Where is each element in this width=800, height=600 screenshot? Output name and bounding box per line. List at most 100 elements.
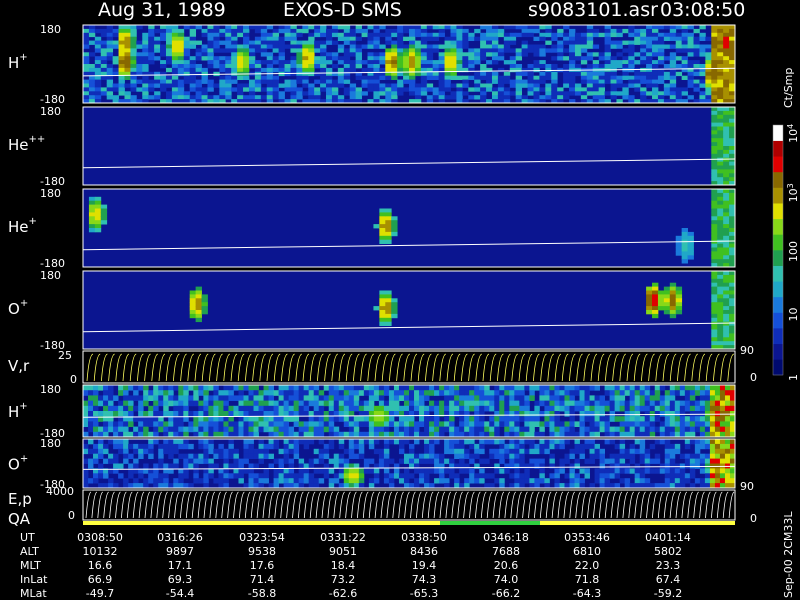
heatmap-cell [403, 44, 410, 49]
table-cell: 17.1 [168, 559, 193, 572]
heatmap-cell [663, 91, 671, 96]
heatmap-cell [509, 458, 515, 464]
heatmap-cell [266, 25, 274, 30]
heatmap-cell [313, 390, 320, 396]
heatmap-cell [519, 478, 525, 484]
colorbar-segment [773, 328, 783, 345]
heatmap-cell [494, 411, 500, 417]
heatmap-cell [373, 32, 380, 38]
heatmap-cell [634, 416, 641, 422]
heatmap-cell [136, 87, 143, 92]
heatmap-cell [331, 40, 339, 45]
heatmap-cell [462, 56, 469, 61]
heatmap-cell [563, 36, 570, 41]
heatmap-cell [504, 421, 510, 427]
heatmap-cell [474, 95, 481, 100]
heatmap-cell [549, 421, 555, 427]
heatmap-cell [432, 95, 440, 100]
heatmap-cell [348, 421, 355, 427]
heatmap-cell [529, 463, 535, 469]
heatmap-cell [464, 478, 470, 484]
heatmap-cell [456, 75, 463, 80]
heatmap-cell [569, 400, 575, 407]
heatmap-cell [308, 91, 315, 96]
heatmap-cell [424, 439, 430, 445]
heatmap-cell [88, 458, 94, 464]
heatmap-cell [694, 426, 701, 433]
heatmap-cell [298, 473, 305, 479]
heatmap-cell [723, 126, 730, 131]
heatmap-cell [723, 231, 730, 237]
heatmap-cell [723, 321, 730, 326]
heatmap-cell [123, 458, 129, 464]
heatmap-cell [503, 44, 511, 49]
heatmap-cell [549, 439, 555, 445]
heatmap-cell [723, 192, 730, 198]
heatmap-cell [288, 405, 295, 412]
heatmap-cell [711, 36, 718, 41]
heatmap-cell [699, 64, 706, 69]
heatmap-cell [622, 64, 629, 69]
heatmap-cell [263, 405, 269, 412]
heatmap-cell [604, 385, 611, 391]
heatmap-cell [128, 385, 134, 391]
heatmap-cell [243, 52, 250, 57]
heatmap-cell [130, 60, 137, 65]
heatmap-cell [549, 400, 555, 407]
heatmap-cell [219, 79, 226, 84]
heatmap-cell [348, 426, 355, 433]
heatmap-cell [263, 411, 269, 417]
heatmap-cell [684, 405, 691, 412]
heatmap-cell [333, 453, 340, 459]
heatmap-cell [143, 385, 149, 391]
heatmap-cell [158, 421, 164, 427]
colorbar-segment [773, 250, 783, 266]
heatmap-cell [391, 32, 398, 38]
heatmap-cell [183, 56, 191, 61]
heatmap-cell [514, 478, 520, 484]
heatmap-cell [491, 44, 499, 49]
heatmap-cell [717, 196, 724, 202]
heatmap-cell [388, 390, 395, 396]
heatmap-cell [112, 32, 119, 38]
heatmap-cell [290, 64, 297, 69]
heatmap-cell [195, 298, 202, 303]
heatmap-cell [469, 390, 475, 396]
heatmap-cell [409, 453, 415, 459]
heatmap-cell [674, 416, 681, 422]
heatmap-cell [333, 458, 340, 464]
heatmap-cell [438, 79, 445, 84]
heatmap-cell [699, 48, 706, 53]
heatmap-cell [308, 44, 315, 49]
heatmap-cell [268, 400, 274, 407]
heatmap-cell [88, 421, 94, 427]
heatmap-cell [233, 385, 239, 391]
heatmap-cell [723, 251, 730, 256]
heatmap-cell [177, 32, 185, 38]
heatmap-cell [208, 385, 214, 391]
heatmap-cell [624, 385, 631, 391]
heatmap-cell [213, 64, 220, 69]
heatmap-cell [414, 60, 422, 65]
heatmap-cell [674, 478, 681, 484]
heatmap-cell [385, 28, 392, 34]
heatmap-cell [130, 95, 137, 100]
heatmap-cell [237, 48, 244, 53]
heatmap-cell [649, 400, 656, 407]
heatmap-cell [486, 87, 493, 92]
heatmap-cell [195, 91, 202, 96]
heatmap-cell [450, 83, 457, 88]
heatmap-cell [484, 390, 490, 396]
heatmap-cell [484, 421, 490, 427]
heatmap-cell [724, 448, 731, 455]
heatmap-cell [524, 416, 530, 422]
heatmap-cell [268, 416, 274, 422]
heatmap-cell [669, 416, 676, 422]
colorbar-segment [773, 343, 783, 360]
heatmap-cell [521, 52, 528, 57]
heatmap-cell [519, 458, 525, 464]
heatmap-cell [338, 416, 345, 422]
heatmap-cell [373, 52, 380, 57]
heatmap-cell [729, 255, 736, 260]
heatmap-cell [189, 75, 197, 80]
